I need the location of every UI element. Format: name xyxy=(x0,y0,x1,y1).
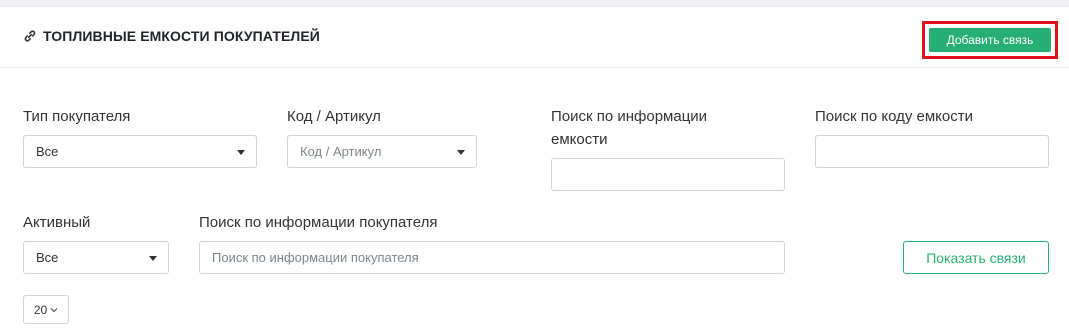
buyer-type-select[interactable]: Все xyxy=(23,135,257,168)
page-size-select[interactable]: 20 xyxy=(23,295,69,324)
show-links-button[interactable]: Показать связи xyxy=(903,241,1049,274)
page-title-group: ТОПЛИВНЫЕ ЕМКОСТИ ПОКУПАТЕЛЕЙ xyxy=(23,28,320,44)
buyer-info-field[interactable] xyxy=(200,242,784,273)
tank-code-input[interactable] xyxy=(815,135,1049,168)
buyer-info-label: Поиск по информации покупателя xyxy=(199,214,438,231)
tank-info-label-line1: Поиск по информации xyxy=(551,108,708,125)
panel-header: ТОПЛИВНЫЕ ЕМКОСТИ ПОКУПАТЕЛЕЙ Добавить с… xyxy=(0,7,1069,68)
add-link-button-highlight: Добавить связь xyxy=(922,21,1058,59)
chevron-down-icon xyxy=(50,307,58,312)
tank-code-label: Поиск по коду емкости xyxy=(815,108,974,125)
tank-info-input[interactable] xyxy=(551,158,785,191)
active-select[interactable]: Все xyxy=(23,241,169,274)
code-label: Код / Артикул xyxy=(287,108,381,125)
caret-down-icon xyxy=(149,256,157,261)
page-size-value: 20 xyxy=(33,302,48,317)
buyer-type-value: Все xyxy=(36,144,59,159)
code-select[interactable]: Код / Артикул xyxy=(287,135,477,168)
buyer-type-label: Тип покупателя xyxy=(23,108,131,125)
caret-down-icon xyxy=(237,150,245,155)
page-title: ТОПЛИВНЫЕ ЕМКОСТИ ПОКУПАТЕЛЕЙ xyxy=(43,28,320,44)
code-placeholder: Код / Артикул xyxy=(300,144,382,159)
tank-info-label-line2: емкости xyxy=(551,131,608,148)
tank-info-field[interactable] xyxy=(552,159,784,190)
tank-code-field[interactable] xyxy=(816,136,1048,167)
buyer-info-input[interactable] xyxy=(199,241,785,274)
link-icon xyxy=(24,30,36,42)
add-link-button[interactable]: Добавить связь xyxy=(929,28,1051,52)
tanks-panel: ТОПЛИВНЫЕ ЕМКОСТИ ПОКУПАТЕЛЕЙ Добавить с… xyxy=(0,6,1069,336)
active-label: Активный xyxy=(23,214,91,231)
caret-down-icon xyxy=(457,150,465,155)
active-value: Все xyxy=(36,250,59,265)
